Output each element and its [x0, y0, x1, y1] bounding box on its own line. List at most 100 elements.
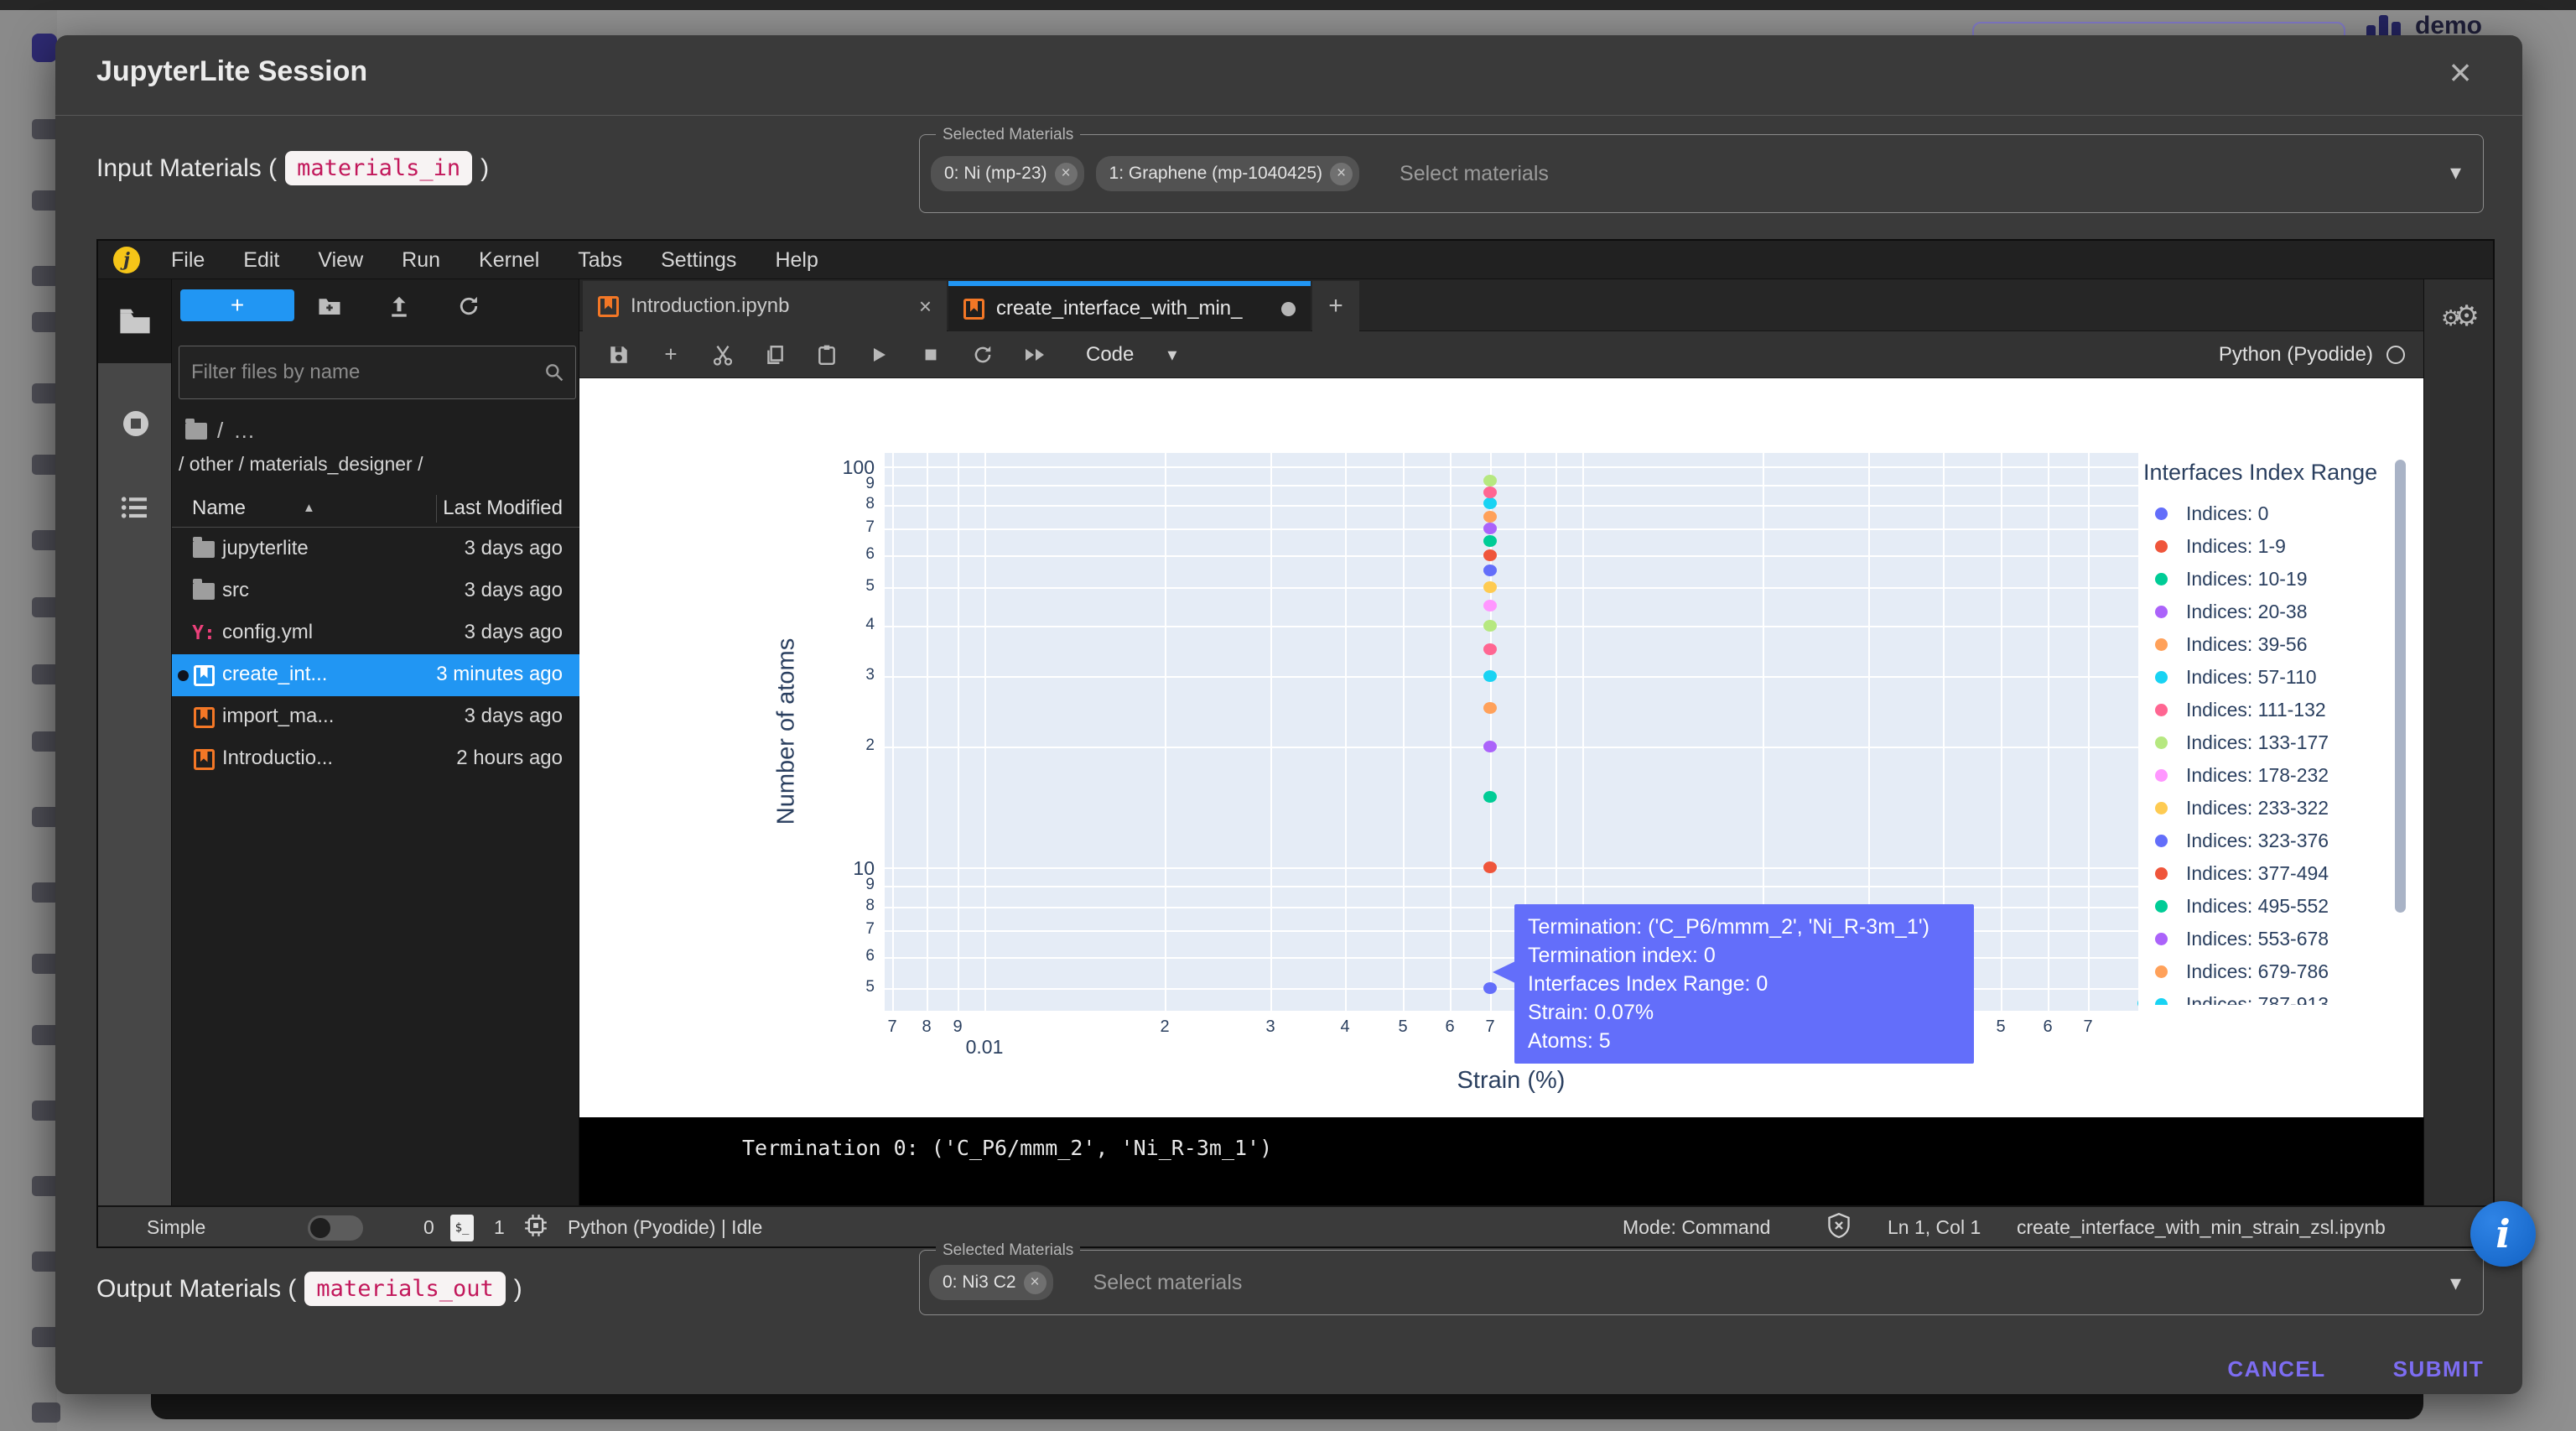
input-chips-row: 0: Ni (mp-23)×1: Graphene (mp-1040425)×S… — [931, 156, 1549, 191]
y-gridline — [885, 485, 2138, 487]
kernel-status-text[interactable]: Python (Pyodide) | Idle — [568, 1216, 762, 1239]
remove-chip-icon[interactable]: × — [1055, 163, 1078, 185]
legend-entry[interactable]: Indices: 553-678 — [2143, 923, 2400, 955]
file-row[interactable]: jupyterlite3 days ago — [172, 528, 579, 570]
column-header-modified[interactable]: Last Modified — [443, 497, 563, 520]
legend-entry[interactable]: Indices: 57-110 — [2143, 661, 2400, 694]
chevron-down-icon[interactable]: ▾ — [2450, 159, 2461, 185]
sort-ascending-icon[interactable]: ▲ — [303, 501, 315, 515]
upload-button[interactable] — [384, 291, 414, 321]
legend-entry[interactable]: Indices: 495-552 — [2143, 890, 2400, 923]
legend-entry[interactable]: Indices: 178-232 — [2143, 759, 2400, 792]
unsaved-changes-icon[interactable] — [1281, 302, 1296, 316]
breadcrumb-ellipsis[interactable]: … — [233, 418, 255, 444]
remove-chip-icon[interactable]: × — [1330, 163, 1353, 185]
legend-entry[interactable]: Indices: 0 — [2143, 497, 2400, 530]
insert-cell-icon[interactable]: + — [658, 341, 683, 367]
restart-kernel-icon[interactable] — [970, 344, 995, 366]
legend-entry[interactable]: Indices: 787-913 — [2143, 988, 2400, 1005]
legend-entry[interactable]: Indices: 323-376 — [2143, 825, 2400, 857]
legend-entry[interactable]: Indices: 39-56 — [2143, 628, 2400, 661]
menu-item-run[interactable]: Run — [382, 241, 460, 279]
menu-item-file[interactable]: File — [152, 241, 224, 279]
menu-item-kernel[interactable]: Kernel — [460, 241, 558, 279]
file-row[interactable]: create_int...3 minutes ago — [172, 654, 579, 696]
material-chip-label: 0: Ni (mp-23) — [944, 164, 1047, 184]
material-chip[interactable]: 0: Ni (mp-23) × — [931, 156, 1084, 191]
legend-label: Indices: 553-678 — [2186, 928, 2329, 950]
close-icon[interactable]: × — [2435, 47, 2485, 97]
legend-label: Indices: 133-177 — [2186, 731, 2329, 754]
tab-create-interface-notebook[interactable]: create_interface_with_min_ — [948, 281, 1311, 331]
cut-cells-icon[interactable] — [710, 344, 735, 366]
close-tab-icon[interactable]: × — [919, 294, 932, 320]
legend-entry[interactable]: Indices: 10-19 — [2143, 563, 2400, 596]
kernel-indicator[interactable]: Python (Pyodide) — [2219, 343, 2405, 367]
kernels-count[interactable]: 1 — [494, 1216, 505, 1239]
save-icon[interactable] — [606, 344, 631, 366]
simple-mode-toggle[interactable] — [308, 1215, 363, 1241]
column-header-name[interactable]: Name — [192, 497, 246, 520]
terminals-count[interactable]: 0 — [423, 1216, 434, 1239]
refresh-button[interactable] — [454, 291, 484, 321]
background-top-bar — [0, 0, 2576, 10]
x-gridline — [2088, 453, 2090, 1011]
notebook-file-icon — [192, 663, 216, 687]
legend-swatch — [2155, 965, 2168, 978]
material-chip-label: 0: Ni3 C2 — [943, 1272, 1016, 1293]
new-launcher-button[interactable]: + — [180, 289, 294, 321]
restart-run-all-icon[interactable] — [1022, 345, 1047, 365]
file-row[interactable]: Y:config.yml3 days ago — [172, 612, 579, 654]
file-row[interactable]: import_ma...3 days ago — [172, 696, 579, 738]
stop-kernel-icon[interactable] — [918, 346, 943, 364]
legend-entry[interactable]: Indices: 679-786 — [2143, 955, 2400, 988]
new-folder-button[interactable] — [314, 291, 345, 321]
submit-button[interactable]: SUBMIT — [2376, 1349, 2501, 1389]
file-row[interactable]: src3 days ago — [172, 570, 579, 612]
filter-files-input[interactable]: Filter files by name — [179, 346, 576, 399]
breadcrumb-path[interactable]: / other / materials_designer / — [179, 453, 423, 476]
select-materials-placeholder[interactable]: Select materials — [1400, 162, 1549, 186]
legend-entry[interactable]: Indices: 20-38 — [2143, 596, 2400, 628]
legend-label: Indices: 111-132 — [2186, 699, 2326, 721]
legend-label: Indices: 377-494 — [2186, 862, 2329, 885]
menu-item-edit[interactable]: Edit — [224, 241, 299, 279]
x-tick-label: 6 — [1445, 1017, 1454, 1037]
legend-swatch — [2155, 835, 2168, 847]
running-kernels-icon[interactable] — [121, 408, 151, 443]
legend-entry[interactable]: Indices: 111-132 — [2143, 694, 2400, 726]
legend-scrollbar[interactable] — [2395, 460, 2406, 913]
file-row[interactable]: Introductio...2 hours ago — [172, 738, 579, 780]
menu-item-tabs[interactable]: Tabs — [558, 241, 641, 279]
sidebar-tab-filebrowser[interactable] — [98, 279, 172, 363]
material-chip[interactable]: 0: Ni3 C2 × — [929, 1265, 1053, 1300]
cursor-position[interactable]: Ln 1, Col 1 — [1888, 1216, 1981, 1239]
new-tab-button[interactable]: + — [1312, 281, 1359, 331]
paste-cells-icon[interactable] — [814, 344, 839, 366]
remove-chip-icon[interactable]: × — [1024, 1272, 1046, 1294]
select-materials-placeholder[interactable]: Select materials — [1093, 1271, 1243, 1295]
menu-item-settings[interactable]: Settings — [641, 241, 756, 279]
cell-type-dropdown[interactable]: Code ▾ — [1086, 343, 1176, 367]
info-button[interactable]: i — [2470, 1201, 2536, 1267]
menu-item-help[interactable]: Help — [756, 241, 837, 279]
home-folder-icon[interactable] — [185, 423, 207, 440]
chevron-down-icon[interactable]: ▾ — [2450, 1270, 2461, 1296]
x-gridline — [892, 453, 894, 1011]
run-cell-icon[interactable] — [866, 345, 891, 365]
copy-cells-icon[interactable] — [762, 344, 787, 366]
breadcrumb[interactable]: / … — [185, 418, 255, 444]
scatter-point — [1483, 982, 1497, 994]
legend-entry[interactable]: Indices: 233-322 — [2143, 792, 2400, 825]
table-of-contents-icon[interactable] — [121, 496, 149, 523]
material-chip[interactable]: 1: Graphene (mp-1040425)× — [1096, 156, 1360, 191]
legend-entry[interactable]: Indices: 1-9 — [2143, 530, 2400, 563]
tab-introduction-notebook[interactable]: Introduction.ipynb × — [583, 281, 947, 331]
cancel-button[interactable]: CANCEL — [2214, 1349, 2340, 1389]
legend-entry[interactable]: Indices: 133-177 — [2143, 726, 2400, 759]
legend-label: Indices: 39-56 — [2186, 633, 2307, 656]
breadcrumb-root[interactable]: / — [217, 418, 223, 444]
menu-item-view[interactable]: View — [299, 241, 382, 279]
legend-entry[interactable]: Indices: 377-494 — [2143, 857, 2400, 890]
property-inspector-icon[interactable]: ⚙⚙ — [2441, 299, 2480, 333]
